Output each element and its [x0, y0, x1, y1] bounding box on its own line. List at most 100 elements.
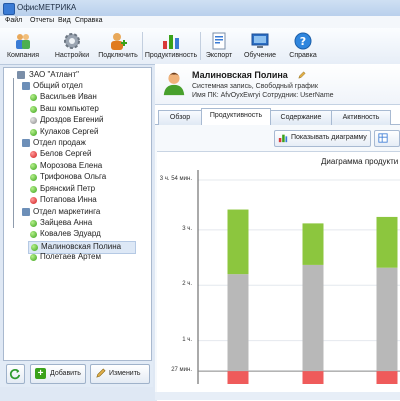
employee-name: Потапова Инна — [40, 195, 97, 204]
company-button[interactable]: Компания — [6, 29, 40, 63]
employee-name: Ковалев Эдуард — [40, 229, 101, 238]
show-diagram-button[interactable]: Показывать диаграмму — [274, 130, 371, 147]
tab-activity[interactable]: Активность — [331, 110, 391, 125]
tree-group-label: Отдел продаж — [33, 138, 86, 147]
group-folder-icon — [22, 82, 30, 90]
bar-unproductive[interactable] — [227, 371, 249, 384]
bar-productive[interactable] — [302, 223, 324, 265]
profile-header: Малиновская Полина Системная запись, Сво… — [155, 64, 400, 105]
productivity-chart: Диаграмма продукти 3 ч. 54 мин. 3 ч. 2 ч. 1… — [157, 151, 400, 401]
y-tick-label: 2 ч. — [182, 281, 192, 288]
refresh-button[interactable] — [6, 364, 25, 384]
menu-reports[interactable]: Отчеты — [30, 17, 54, 24]
training-button[interactable]: Обучение — [240, 29, 280, 63]
tab-productivity[interactable]: Продуктивность — [201, 108, 271, 125]
tab-productivity-label: Продуктивность — [209, 112, 263, 119]
status-green-icon — [30, 174, 37, 181]
bar-neutral[interactable] — [376, 267, 398, 372]
connect-button[interactable]: Подключить — [96, 29, 140, 63]
tab-activity-label: Активность — [342, 114, 380, 121]
company-label: Компания — [6, 52, 40, 59]
employee-name: Морозова Елена — [40, 160, 103, 170]
tree-actions: + Добавить Изменить — [0, 361, 153, 387]
productivity-content: Показывать диаграмму Диаграмма продукти … — [155, 125, 400, 401]
group-folder-icon — [22, 139, 30, 147]
tree-group-label: Общий отдел — [33, 81, 83, 90]
employee-name: Малиновская Полина — [41, 241, 122, 251]
bar-chart-icon — [278, 134, 288, 143]
y-tick-label: 3 ч. — [182, 225, 192, 232]
bar-neutral[interactable] — [227, 274, 249, 372]
employee-name: Полетаев Артем — [40, 252, 101, 261]
y-tick-label: 27 мин. — [171, 367, 192, 374]
bar-productive[interactable] — [227, 209, 249, 275]
tab-overview[interactable]: Обзор — [158, 110, 202, 125]
tab-strip: Обзор Продуктивность Содержание Активнос… — [155, 108, 400, 125]
settings-label: Настройки — [54, 52, 90, 59]
tab-overview-label: Обзор — [169, 114, 191, 121]
user-name: Малиновская Полина — [192, 70, 288, 80]
status-grey-icon — [30, 117, 37, 124]
edit-label: Изменить — [109, 370, 141, 377]
title-bar: ОфисМЕТРИКА — [0, 0, 400, 17]
add-icon: + — [35, 368, 46, 379]
settings-button[interactable]: Настройки — [52, 29, 92, 63]
tab-content-label: Содержание — [280, 114, 322, 121]
employee-name: Кулаков Сергей — [40, 126, 99, 136]
bar-productive[interactable] — [376, 216, 398, 268]
connect-icon — [111, 33, 127, 50]
settings-icon — [64, 33, 80, 49]
employee-name: Белов Сергей — [40, 149, 92, 158]
bar-unproductive[interactable] — [302, 371, 324, 384]
pencil-icon — [96, 368, 106, 378]
bar-unproductive[interactable] — [376, 371, 398, 384]
toolbar: Компания Настройки Подключить Продуктивн… — [0, 28, 400, 65]
status-red-icon — [30, 197, 37, 204]
svg-text:?: ? — [300, 35, 306, 48]
table-icon — [378, 133, 388, 143]
status-green-icon — [31, 243, 38, 251]
employee-name: Ваш компьютер — [40, 103, 99, 113]
employee-name: Трифонова Ольга — [40, 172, 107, 181]
status-red-icon — [30, 151, 37, 158]
app-icon — [3, 3, 15, 15]
status-green-icon — [30, 231, 37, 238]
tree-line — [13, 78, 14, 228]
status-green-icon — [30, 128, 37, 136]
table-view-button[interactable] — [374, 130, 400, 147]
menu-help[interactable]: Справка — [75, 17, 102, 24]
training-label: Обучение — [243, 52, 276, 59]
details-panel: Малиновская Полина Системная запись, Сво… — [155, 64, 400, 401]
help-label: Справка — [289, 52, 317, 59]
productivity-icon — [163, 35, 179, 49]
add-button[interactable]: + Добавить — [30, 364, 86, 384]
edit-button[interactable]: Изменить — [90, 364, 150, 384]
employee-name: Брянский Петр — [40, 183, 96, 193]
show-diagram-label: Показывать диаграмму — [291, 134, 367, 141]
edit-name-icon[interactable] — [298, 71, 306, 79]
group-folder-icon — [22, 207, 30, 216]
toolbar-separator — [142, 32, 143, 60]
bar-neutral[interactable] — [302, 264, 324, 372]
help-icon: ? — [294, 32, 312, 50]
status-green-icon — [30, 162, 37, 170]
company-icon — [16, 34, 30, 49]
window-title: ОфисМЕТРИКА — [17, 3, 77, 12]
tree-group-label: Отдел маркетинга — [33, 206, 101, 216]
export-button[interactable]: Экспорт — [204, 29, 234, 63]
tab-content[interactable]: Содержание — [270, 110, 332, 125]
employee-name: Васильев Иван — [40, 92, 97, 101]
user-schedule: Системная запись, Свободный график — [192, 83, 318, 90]
status-green-icon — [30, 94, 37, 101]
employee-tree: ЗАО "Атлант" Общий отдел Васильев Иван Ваш… — [3, 67, 152, 361]
status-green-icon — [30, 185, 37, 193]
menu-view[interactable]: Вид — [58, 17, 71, 24]
productivity-button[interactable]: Продуктивность — [144, 29, 198, 63]
toolbar-separator — [200, 32, 201, 60]
status-strip — [155, 392, 400, 400]
menu-file[interactable]: Файл — [5, 17, 22, 24]
export-label: Экспорт — [205, 52, 233, 59]
user-avatar-icon — [163, 72, 185, 96]
help-button[interactable]: ? Справка — [286, 29, 320, 63]
training-icon — [251, 33, 269, 48]
